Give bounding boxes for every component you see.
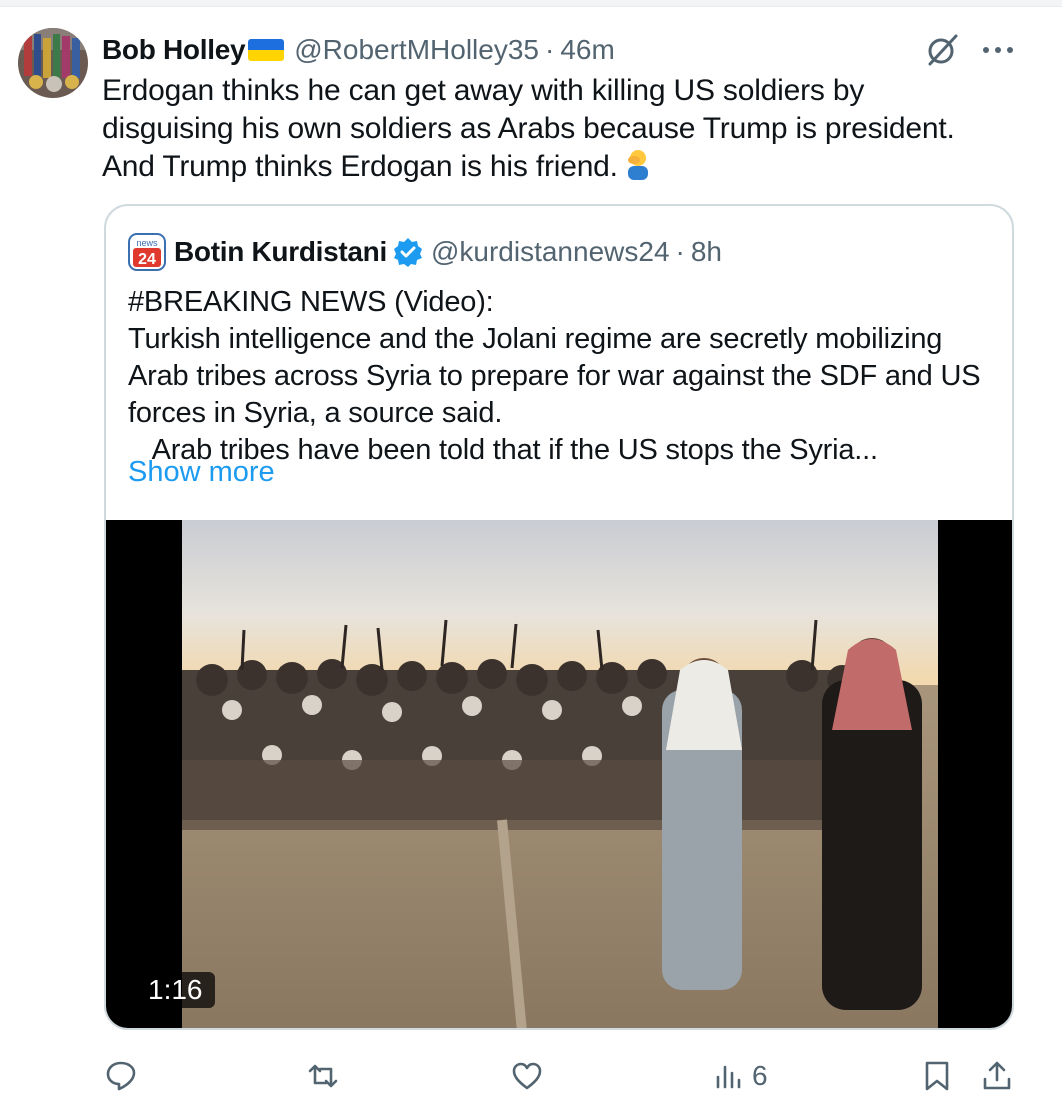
retweet-button[interactable] xyxy=(306,1046,346,1106)
header-separator: · xyxy=(545,34,555,65)
share-button[interactable] xyxy=(980,1046,1014,1106)
more-options-icon[interactable] xyxy=(978,30,1018,70)
share-icon xyxy=(983,1061,1011,1090)
quoted-tweet-text: #BREAKING NEWS (Video): Turkish intellig… xyxy=(128,286,981,466)
news24-logo-number: 24 xyxy=(138,251,156,268)
tweet-timestamp[interactable]: 46m xyxy=(560,34,614,66)
bookmark-button[interactable] xyxy=(920,1046,954,1106)
quoted-author-name[interactable]: Botin Kurdistani xyxy=(174,236,387,268)
tweet-header: Bob Holley @RobertMHolley35 · 46m xyxy=(102,30,615,70)
quoted-tweet-header: news 24 Botin Kurdistani @kurdistannews2… xyxy=(128,232,722,272)
quoted-timestamp[interactable]: 8h xyxy=(691,236,722,268)
verified-badge-icon xyxy=(393,237,423,267)
video-duration-badge: 1:16 xyxy=(136,972,215,1008)
quoted-tweet-card[interactable]: news 24 Botin Kurdistani @kurdistannews2… xyxy=(104,204,1014,1030)
show-more-link[interactable]: Show more xyxy=(128,456,275,489)
news24-logo-text: news xyxy=(136,238,158,248)
video-player[interactable]: 1:16 xyxy=(106,520,1012,1028)
tweet-action-bar: 6 xyxy=(0,1046,1062,1106)
reply-button[interactable] xyxy=(104,1046,144,1106)
ukraine-flag-icon xyxy=(248,39,285,61)
bookmark-icon xyxy=(925,1061,949,1091)
author-handle[interactable]: @RobertMHolley35 xyxy=(294,34,539,66)
grok-icon[interactable] xyxy=(922,30,962,70)
top-divider xyxy=(0,0,1062,7)
retweet-icon xyxy=(308,1064,338,1088)
quoted-header-separator: · xyxy=(675,236,685,267)
like-button[interactable] xyxy=(510,1046,550,1106)
reply-icon xyxy=(106,1061,136,1091)
heart-icon xyxy=(512,1062,542,1090)
tweet-text-content: Erdogan thinks he can get away with kill… xyxy=(102,74,955,183)
views-chart-icon xyxy=(716,1065,741,1089)
video-thumbnail xyxy=(182,520,938,1028)
tweet-text: Erdogan thinks he can get away with kill… xyxy=(102,72,1002,186)
author-avatar[interactable] xyxy=(18,28,88,98)
facepalm-emoji-icon xyxy=(624,148,654,180)
author-name[interactable]: Bob Holley xyxy=(102,34,246,66)
news24-logo-icon: news 24 xyxy=(128,233,166,271)
views-count: 6 xyxy=(752,1060,768,1091)
quoted-author-handle[interactable]: @kurdistannews24 xyxy=(431,236,670,268)
views-button[interactable]: 6 xyxy=(712,1046,768,1106)
